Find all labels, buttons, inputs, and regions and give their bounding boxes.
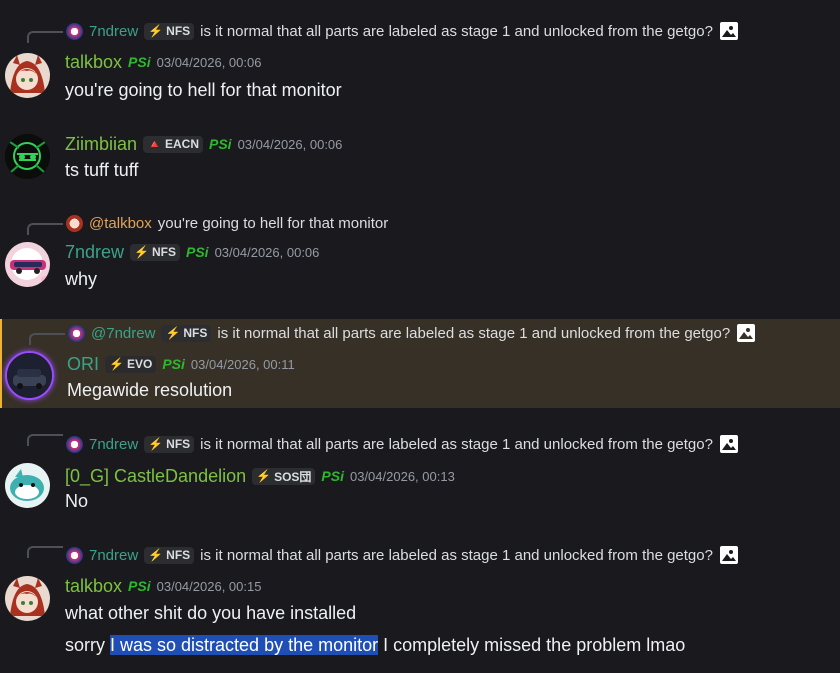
reply-preview[interactable]: 7ndrew ⚡ NFS is it normal that all parts …	[66, 545, 739, 565]
message-header: ORI ⚡ EVO PSi 03/04/2026, 00:11	[67, 352, 295, 376]
reply-connector	[29, 333, 65, 345]
reply-avatar	[66, 546, 83, 564]
image-icon	[737, 324, 756, 342]
timestamp[interactable]: 03/04/2026, 00:15	[157, 579, 262, 594]
reply-text[interactable]: is it normal that all parts are labeled …	[217, 325, 730, 342]
avatar[interactable]	[5, 576, 50, 621]
server-tag: ⚡ NFS	[130, 243, 180, 261]
message-header: 7ndrew ⚡ NFS PSi 03/04/2026, 00:06	[65, 240, 319, 264]
reply-text[interactable]: is it normal that all parts are labeled …	[200, 547, 713, 564]
message: 7ndrew ⚡ NFS is it normal that all parts …	[0, 532, 840, 673]
server-tag: ⚡ SOS団	[252, 467, 316, 485]
reply-preview[interactable]: 7ndrew ⚡ NFS is it normal that all parts …	[66, 21, 739, 41]
message-content: No	[65, 491, 89, 511]
selected-text: I was so distracted by the monitor	[110, 635, 379, 655]
psi-badge: PSi	[128, 54, 151, 70]
reply-connector	[27, 546, 63, 558]
timestamp[interactable]: 03/04/2026, 00:06	[238, 137, 343, 152]
reply-avatar	[66, 214, 83, 232]
author-name[interactable]: Ziimbiian	[65, 134, 137, 155]
timestamp[interactable]: 03/04/2026, 00:06	[157, 55, 262, 70]
avatar[interactable]	[5, 134, 50, 179]
reply-avatar	[66, 435, 83, 453]
timestamp[interactable]: 03/04/2026, 00:06	[215, 245, 320, 260]
message-content: you're going to hell for that monitor	[65, 80, 342, 100]
message-header: [0_G] CastleDandelion ⚡ SOS団 PSi 03/04/20…	[65, 464, 455, 488]
reply-text[interactable]: is it normal that all parts are labeled …	[200, 436, 713, 453]
timestamp[interactable]: 03/04/2026, 00:13	[350, 469, 455, 484]
image-icon	[719, 546, 738, 564]
message-header: Ziimbiian 🔺 EACN PSi 03/04/2026, 00:06	[65, 132, 342, 156]
reply-author[interactable]: @talkbox	[89, 215, 152, 232]
reply-author[interactable]: 7ndrew	[89, 23, 138, 40]
message: @talkbox you're going to hell for that m…	[0, 200, 840, 318]
reply-author[interactable]: 7ndrew	[89, 436, 138, 453]
timestamp[interactable]: 03/04/2026, 00:11	[191, 357, 295, 372]
server-tag: ⚡ NFS	[144, 435, 195, 453]
image-icon	[719, 22, 738, 40]
reply-connector	[27, 223, 63, 235]
reply-connector	[27, 31, 63, 43]
server-tag: 🔺 EACN	[143, 135, 203, 153]
message: 7ndrew ⚡ NFS is it normal that all parts …	[0, 0, 840, 115]
reply-connector	[27, 434, 63, 446]
reply-author[interactable]: 7ndrew	[89, 547, 138, 564]
reply-preview[interactable]: @talkbox you're going to hell for that m…	[66, 213, 388, 233]
message-content: why	[65, 269, 98, 289]
reply-author[interactable]: @7ndrew	[91, 325, 155, 342]
message-content: what other shit do you have installed	[65, 603, 357, 623]
avatar[interactable]	[5, 351, 54, 400]
server-tag: ⚡ NFS	[144, 546, 195, 564]
reply-avatar	[68, 324, 85, 342]
message-header: talkbox PSi 03/04/2026, 00:06	[65, 50, 261, 74]
reply-preview[interactable]: 7ndrew ⚡ NFS is it normal that all parts …	[66, 434, 739, 454]
message-content: Megawide resolution	[67, 380, 233, 400]
reply-text[interactable]: you're going to hell for that monitor	[158, 215, 389, 232]
bolt-icon: ⚡	[148, 437, 164, 451]
reply-preview[interactable]: @7ndrew ⚡ NFS is it normal that all parts…	[68, 323, 756, 343]
psi-badge: PSi	[321, 468, 344, 484]
bolt-icon: ⚡	[134, 245, 149, 259]
message-header: talkbox PSi 03/04/2026, 00:15	[65, 574, 261, 598]
message-content-line2: sorry I was so distracted by the monitor…	[65, 635, 686, 655]
message: 7ndrew ⚡ NFS is it normal that all parts …	[0, 420, 840, 520]
author-name[interactable]: talkbox	[65, 576, 122, 597]
avatar[interactable]	[5, 53, 50, 98]
author-name[interactable]: 7ndrew	[65, 242, 124, 263]
bolt-icon: ⚡	[165, 326, 181, 340]
psi-badge: PSi	[128, 578, 151, 594]
bolt-icon: ⚡	[148, 24, 164, 38]
avatar[interactable]	[5, 463, 50, 508]
reply-text[interactable]: is it normal that all parts are labeled …	[200, 23, 713, 40]
image-icon	[719, 435, 738, 453]
message-highlighted: @7ndrew ⚡ NFS is it normal that all parts…	[0, 319, 840, 408]
server-tag: ⚡ NFS	[144, 22, 195, 40]
author-name[interactable]: [0_G] CastleDandelion	[65, 466, 246, 487]
message-content: ts tuff tuff	[65, 160, 139, 180]
server-tag: ⚡ NFS	[161, 324, 212, 342]
author-name[interactable]: talkbox	[65, 52, 122, 73]
reply-avatar	[66, 22, 83, 40]
bolt-icon: ⚡	[109, 357, 124, 371]
server-tag: ⚡ EVO	[105, 355, 157, 373]
message: Ziimbiian 🔺 EACN PSi 03/04/2026, 00:06 ts…	[0, 120, 840, 200]
avatar[interactable]	[5, 242, 50, 287]
bolt-icon: ⚡	[148, 548, 164, 562]
psi-badge: PSi	[209, 136, 232, 152]
psi-badge: PSi	[186, 244, 209, 260]
badge-icon: 🔺	[147, 137, 162, 151]
bolt-icon: ⚡	[256, 469, 272, 483]
author-name[interactable]: ORI	[67, 354, 99, 375]
psi-badge: PSi	[162, 356, 185, 372]
